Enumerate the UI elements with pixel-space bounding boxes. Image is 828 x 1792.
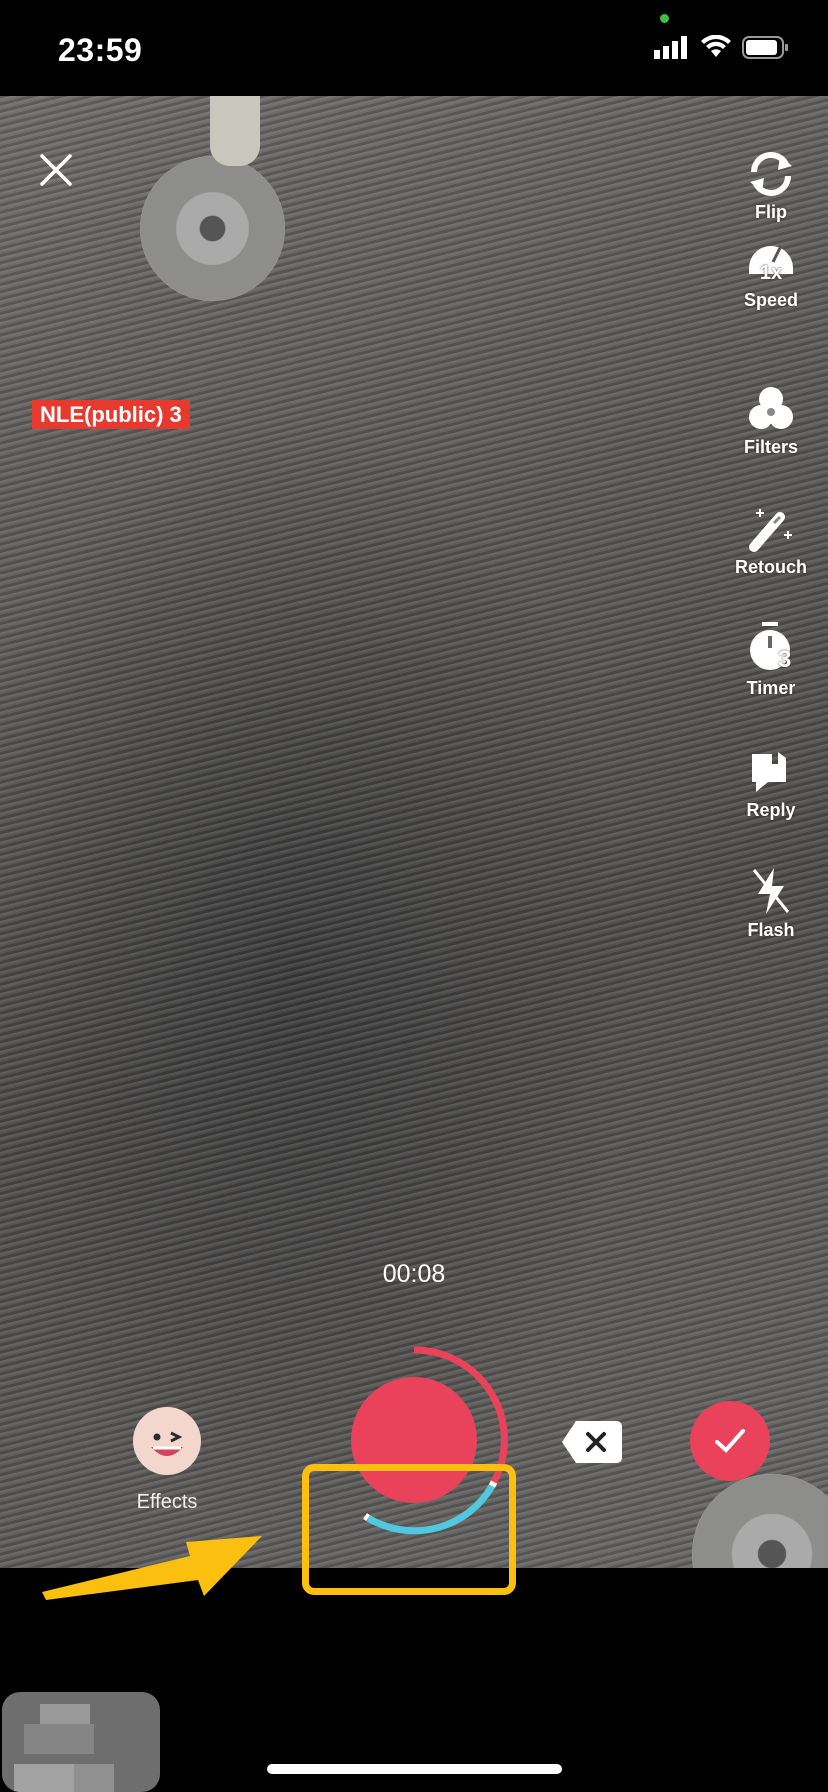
chair-wheel <box>692 1474 828 1568</box>
gallery-thumbnail[interactable] <box>2 1692 160 1792</box>
timer-icon: 3 <box>744 622 798 674</box>
tool-filters[interactable]: Filters <box>731 385 811 458</box>
tool-flip[interactable]: Flip <box>731 150 811 223</box>
camera-in-use-indicator <box>660 14 669 23</box>
checkmark-icon <box>715 1429 745 1453</box>
tool-label: Filters <box>743 437 799 457</box>
tool-label: Flip <box>755 202 787 222</box>
speed-icon: 1x <box>745 234 797 286</box>
wifi-icon <box>701 35 731 57</box>
highlight-box <box>302 1464 516 1595</box>
tool-retouch[interactable]: Retouch <box>731 505 811 578</box>
retouch-wand-icon <box>749 509 792 552</box>
chair-leg <box>210 96 260 166</box>
flash-off-icon <box>752 868 790 914</box>
tool-reply[interactable]: Reply <box>731 748 811 821</box>
status-bar: 23:59 <box>0 0 828 96</box>
close-icon[interactable] <box>36 150 76 190</box>
reply-icon <box>752 752 786 792</box>
effects-button[interactable] <box>133 1407 201 1475</box>
annotation-arrow-icon <box>42 1536 262 1600</box>
battery-icon <box>742 36 788 59</box>
tool-label: Reply <box>746 800 796 820</box>
recording-time: 00:08 <box>382 1260 446 1288</box>
effect-tag: NLE(public) 3 <box>32 400 190 429</box>
effects-label: Effects <box>136 1491 198 1513</box>
chair-wheel <box>140 156 285 301</box>
delete-segment-button[interactable] <box>562 1421 622 1463</box>
tool-label: Retouch <box>735 557 807 577</box>
tool-label: Speed <box>743 290 799 310</box>
flip-camera-icon <box>750 152 792 196</box>
tool-timer[interactable]: 3 Timer <box>731 622 811 699</box>
timer-badge: 3 <box>778 646 792 673</box>
tool-flash[interactable]: Flash <box>731 866 811 941</box>
signal-icon <box>654 36 687 59</box>
winking-face-icon <box>151 1431 183 1456</box>
tool-label: Flash <box>747 920 795 940</box>
tool-speed[interactable]: 1x Speed <box>731 234 811 311</box>
speed-badge: 1x <box>759 262 783 284</box>
confirm-button[interactable] <box>690 1401 770 1481</box>
tool-label: Timer <box>746 678 796 698</box>
filters-icon <box>749 387 793 429</box>
status-time: 23:59 <box>58 32 143 68</box>
home-indicator[interactable] <box>267 1764 562 1774</box>
